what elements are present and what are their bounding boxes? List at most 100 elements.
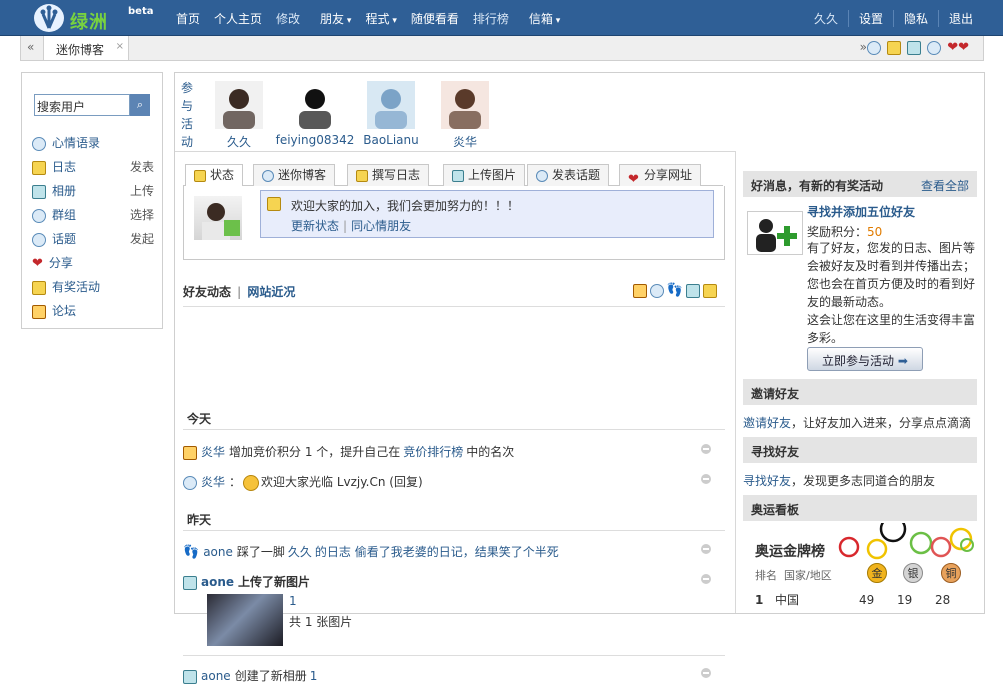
feed-user-link[interactable]: aone (203, 545, 233, 559)
feed-link[interactable]: 竞价排行榜 (403, 445, 463, 459)
invite-link[interactable]: 邀请好友 (743, 416, 791, 430)
nav-item[interactable]: 随便看看 (411, 10, 459, 28)
promo-title[interactable]: 寻找并添加五位好友 (807, 203, 915, 220)
nav-item[interactable]: 程式 (365, 10, 396, 28)
participant-name[interactable]: feiying08342 (275, 133, 355, 147)
tab-site-news[interactable]: 网站近况 (247, 285, 295, 299)
tab-friend-feed[interactable]: 好友动态 (183, 285, 231, 299)
blog-icon[interactable] (887, 40, 902, 55)
composer-tab[interactable]: 迷你博客 (253, 164, 336, 186)
composer-tab[interactable]: 上传图片 (443, 164, 526, 186)
beta-badge: beta (128, 6, 154, 17)
tabbar-right-arrow[interactable]: » (860, 40, 867, 54)
composer-tab[interactable]: 撰写日志 (347, 164, 430, 186)
feed-user-link[interactable]: 炎华 (201, 475, 225, 489)
photo-count: 共 1 张图片 (289, 615, 353, 629)
bronze-medal-icon: 铜 (941, 563, 961, 583)
participant-name[interactable]: 久久 (199, 133, 279, 150)
feed-item: aone 创建了新相册 1 (183, 664, 725, 688)
account-nav-item[interactable]: 隐私 (892, 10, 928, 27)
sidebar-item-action[interactable]: 发表 (130, 155, 154, 179)
photo-icon[interactable] (686, 283, 700, 298)
separator: | (343, 219, 348, 233)
remove-icon[interactable] (701, 474, 711, 484)
composer-tab-label: 迷你博客 (278, 168, 327, 182)
topic-icon[interactable] (927, 40, 942, 55)
feed-user-link[interactable]: aone (201, 575, 234, 589)
mood-icon[interactable] (649, 283, 664, 298)
participant-name[interactable]: 炎华 (425, 133, 505, 150)
feed-user-link[interactable]: aone (201, 669, 231, 683)
sidebar-item[interactable]: 论坛 (32, 299, 156, 323)
nav-item[interactable]: 修改 (276, 10, 300, 28)
avatar[interactable] (215, 81, 263, 129)
sidebar-item-label: 相册 (52, 184, 77, 198)
participant[interactable]: 炎华 (425, 81, 505, 150)
tab-close-icon[interactable]: × (116, 41, 124, 52)
remove-icon[interactable] (701, 668, 711, 678)
account-nav-item[interactable]: 设置 (847, 10, 883, 27)
avatar[interactable] (367, 81, 415, 129)
olympic-title: 奥运看板 (751, 503, 800, 517)
join-activity-button[interactable]: 立即参与活动 ➡ (807, 347, 923, 371)
update-status-link[interactable]: 更新状态 (291, 219, 339, 233)
feed-text: 增加竞价积分 1 个，提升自己在 (229, 445, 401, 459)
topic-icon (32, 232, 46, 247)
composer-tab[interactable]: 发表话题 (527, 164, 610, 186)
search-icon[interactable]: ⌕ (130, 94, 150, 116)
view-all-link[interactable]: 查看全部 (921, 177, 969, 194)
news-header: 好消息，有新的有奖活动 查看全部 (743, 171, 977, 197)
sidebar-item[interactable]: 有奖活动 (32, 275, 156, 299)
tabbar-left-arrow[interactable]: « (27, 40, 34, 54)
sidebar-item[interactable]: ❤ 分享 (32, 251, 156, 275)
remove-icon[interactable] (701, 444, 711, 454)
separator: | (237, 285, 242, 299)
account-nav-item[interactable]: 退出 (937, 10, 973, 27)
feed-user-link[interactable]: 炎华 (201, 445, 225, 459)
sidebar-item-action[interactable]: 发起 (130, 227, 154, 251)
sidebar-item-label: 群组 (52, 208, 77, 222)
group-icon (32, 208, 46, 223)
nav-item[interactable]: 排行榜 (473, 10, 509, 28)
vip-icon[interactable] (632, 283, 647, 298)
avatar[interactable] (194, 196, 242, 240)
remove-icon[interactable] (701, 574, 711, 584)
nav-item[interactable]: 首页 (176, 10, 200, 28)
same-mood-link[interactable]: 同心情朋友 (351, 219, 411, 233)
participant[interactable]: 久久 (199, 81, 279, 150)
tab-mini-blog[interactable]: 迷你博客 × (43, 36, 129, 60)
feed-item: 炎华 ： 欢迎大家光临 Lvzjy.Cn (回复) (183, 470, 725, 494)
mood-icon[interactable] (867, 40, 882, 55)
footprint-icon[interactable]: 👣 (667, 283, 683, 298)
nav-item[interactable]: 个人主页 (214, 10, 262, 28)
feed-link[interactable]: 1 (310, 669, 318, 683)
sidebar-item-action[interactable]: 上传 (130, 179, 154, 203)
avatar[interactable] (441, 81, 489, 129)
nav-item[interactable]: 信箱 (529, 10, 560, 28)
composer-tab[interactable]: 状态 (185, 164, 244, 187)
participant[interactable]: feiying08342 (275, 81, 355, 147)
sidebar-item[interactable]: 心情语录 (32, 131, 156, 155)
activity-icon[interactable] (703, 283, 717, 298)
participant-name[interactable]: BaoLianu (351, 133, 431, 147)
photo-thumbnail[interactable] (207, 594, 283, 646)
sidebar-item[interactable]: 相册 上传 (32, 179, 156, 203)
site-logo[interactable]: 绿洲 (34, 4, 124, 33)
remove-icon[interactable] (701, 544, 711, 554)
avatar[interactable] (291, 81, 339, 129)
nav-item[interactable]: 朋友 (320, 10, 351, 28)
composer-tab[interactable]: ❤ 分享网址 (619, 164, 702, 187)
participant[interactable]: BaoLianu (351, 81, 431, 147)
search-input[interactable]: 搜索用户 (34, 94, 130, 116)
sidebar-item[interactable]: 日志 发表 (32, 155, 156, 179)
find-friend-link[interactable]: 寻找好友 (743, 474, 791, 488)
sidebar-item[interactable]: 群组 选择 (32, 203, 156, 227)
account-nav-item[interactable]: 久久 (814, 10, 838, 27)
feed-link[interactable]: 久久 (288, 545, 312, 559)
heart-icon[interactable]: ❤❤ (947, 40, 969, 55)
sidebar-item[interactable]: 话题 发起 (32, 227, 156, 251)
sidebar-item-action[interactable]: 选择 (130, 203, 154, 227)
album-icon[interactable] (907, 40, 922, 55)
sidebar-item-label: 有奖活动 (52, 280, 101, 294)
photo-title[interactable]: 1 (289, 594, 297, 608)
